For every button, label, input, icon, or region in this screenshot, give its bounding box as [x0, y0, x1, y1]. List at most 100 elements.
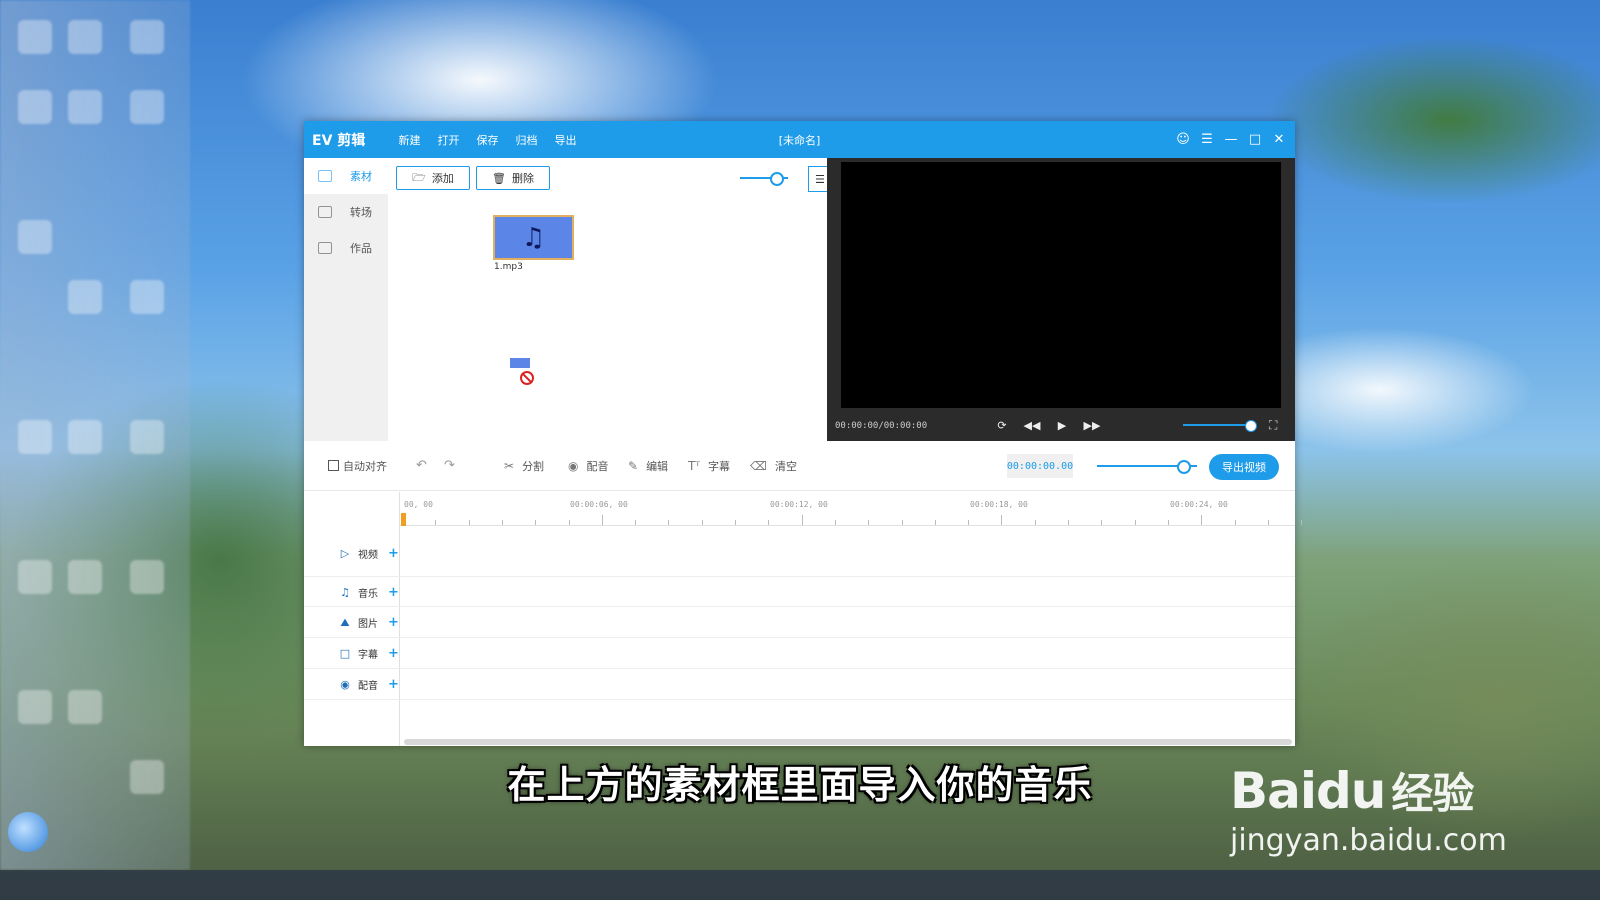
menu-new[interactable]: 新建: [390, 132, 429, 148]
timeline-horizontal-scrollbar[interactable]: [404, 739, 1292, 745]
add-label: 添加: [431, 172, 454, 185]
ruler-tick: [735, 520, 736, 525]
track-name: 视频: [358, 550, 378, 561]
nav-transitions[interactable]: 转场: [304, 194, 388, 230]
ruler-tick: [435, 520, 437, 525]
app-title: EV 剪辑: [312, 132, 366, 149]
grid-icon: [318, 170, 332, 182]
redo-icon[interactable]: ↷: [444, 458, 455, 473]
nav-materials[interactable]: 素材: [304, 158, 388, 194]
track-label-subtitle: □ 字幕 +: [338, 646, 399, 661]
upper-panel: 素材 转场 作品 🗁 添加 🗑 删除 ☰ 全部: [304, 158, 1295, 441]
track-label-music: ♫ 音乐 +: [338, 585, 399, 600]
video-preview: 00:00:00/00:00:00 ⟳ ◀◀ ▶ ▶▶ ⛶: [827, 158, 1295, 441]
subtitle-button[interactable]: Tᵀ 字幕: [688, 458, 730, 474]
desktop-icons-blurred: [0, 0, 190, 870]
folder-icon: [318, 242, 332, 254]
drag-not-allowed-cursor: [510, 358, 534, 385]
preview-screen: [841, 162, 1281, 408]
menu-icon[interactable]: ☰: [1195, 130, 1219, 150]
ruler-tick: [468, 520, 470, 525]
undo-icon[interactable]: ↶: [416, 458, 427, 473]
ev-editor-window: EV 剪辑 新建 打开 保存 归档 导出 [未命名] ☺ ☰ — □ ✕ 素材 …: [304, 121, 1303, 746]
add-button[interactable]: 🗁 添加: [396, 166, 470, 190]
timeline-ruler[interactable]: 00, 00 00:00:06, 00 00:00:12, 00 00:00:1…: [400, 492, 1303, 526]
dub-label: 配音: [586, 460, 609, 473]
broom-icon: ⌫: [750, 459, 767, 473]
player-timecode: 00:00:00/00:00:00: [835, 420, 928, 431]
loop-icon[interactable]: ⟳: [987, 419, 1017, 432]
ruler-label: 00, 00: [404, 500, 433, 509]
export-video-button[interactable]: 导出视频: [1209, 454, 1279, 480]
rewind-icon[interactable]: ◀◀: [1017, 419, 1047, 432]
split-button[interactable]: ✂ 分割: [504, 458, 544, 474]
menu-save[interactable]: 保存: [468, 132, 507, 148]
edit-label: 编辑: [646, 460, 669, 473]
watermark-logo: Baidu 经验: [1230, 760, 1507, 821]
list-icon: ☰: [815, 172, 825, 186]
menu-archive[interactable]: 归档: [507, 132, 546, 148]
delete-button[interactable]: 🗑 删除: [476, 166, 550, 190]
image-icon: ⛰: [340, 615, 350, 629]
ruler-label: 00:00:12, 00: [770, 500, 828, 509]
ruler-tick: [1134, 520, 1136, 525]
track-label-video: ▷ 视频 +: [338, 546, 399, 561]
fullscreen-icon[interactable]: ⛶: [1269, 418, 1277, 433]
auto-align-checkbox[interactable]: 自动对齐: [328, 458, 387, 474]
close-icon[interactable]: ✕: [1267, 130, 1291, 150]
nav-works[interactable]: 作品: [304, 230, 388, 266]
clear-button[interactable]: ⌫ 清空: [750, 458, 797, 474]
play-icon[interactable]: ▶: [1047, 419, 1077, 432]
dub-button[interactable]: ◉ 配音: [568, 458, 608, 474]
media-item-thumbnail[interactable]: ♫: [493, 215, 574, 260]
taskbar: [0, 870, 1600, 900]
minimize-icon[interactable]: —: [1219, 130, 1243, 150]
volume-slider[interactable]: [1183, 420, 1257, 432]
ruler-tick: [901, 520, 903, 525]
ruler-tick: [1201, 515, 1203, 525]
thumbnail-size-slider[interactable]: [740, 172, 788, 186]
user-icon[interactable]: ☺: [1171, 130, 1195, 150]
nav-label: 作品: [350, 242, 372, 255]
start-button[interactable]: [8, 812, 48, 852]
subtitle-label: 字幕: [707, 460, 730, 473]
watermark-url: jingyan.baidu.com: [1230, 823, 1507, 858]
add-video-icon[interactable]: +: [388, 546, 399, 561]
edit-button[interactable]: ✎ 编辑: [628, 458, 668, 474]
timeline-zoom-slider[interactable]: [1097, 460, 1197, 474]
fast-forward-icon[interactable]: ▶▶: [1077, 419, 1107, 432]
add-folder-icon: 🗁: [412, 170, 426, 184]
ruler-tick: [768, 520, 770, 525]
watermark-cn: 经验: [1391, 769, 1474, 818]
ruler-label: 00:00:24, 00: [1170, 500, 1228, 509]
ruler-tick: [834, 520, 836, 525]
music-note-icon: ♫: [521, 222, 546, 253]
watermark-logo-bai: Bai: [1230, 762, 1317, 820]
auto-align-label: 自动对齐: [343, 459, 387, 473]
ruler-tick: [868, 520, 870, 525]
main-menu: 新建 打开 保存 归档 导出: [390, 132, 585, 148]
add-image-icon[interactable]: +: [388, 615, 399, 630]
scissors-icon: ✂: [504, 459, 515, 473]
track-name: 字幕: [358, 650, 378, 661]
timeline: 00, 00 00:00:06, 00 00:00:12, 00 00:00:1…: [304, 492, 1303, 746]
menu-export[interactable]: 导出: [546, 132, 585, 148]
drag-ghost-icon: [510, 358, 530, 368]
playhead[interactable]: [401, 513, 406, 526]
maximize-icon[interactable]: □: [1243, 130, 1267, 150]
microphone-icon: ◉: [568, 459, 579, 473]
menu-open[interactable]: 打开: [429, 132, 468, 148]
window-controls: ☺ ☰ — □ ✕: [1171, 130, 1291, 150]
ruler-tick: [668, 520, 670, 525]
title-bar: EV 剪辑 新建 打开 保存 归档 导出 [未命名] ☺ ☰ — □ ✕: [304, 121, 1295, 158]
add-music-icon[interactable]: +: [388, 585, 399, 600]
ruler-label: 00:00:06, 00: [570, 500, 628, 509]
add-dub-icon[interactable]: +: [388, 677, 399, 692]
pencil-icon: ✎: [628, 459, 639, 473]
track-subtitle: □ 字幕 +: [304, 638, 1295, 669]
add-subtitle-icon[interactable]: +: [388, 646, 399, 661]
track-name: 图片: [358, 619, 378, 630]
ruler-tick: [701, 520, 703, 525]
clear-label: 清空: [774, 460, 797, 473]
ruler-tick: [1034, 520, 1036, 525]
